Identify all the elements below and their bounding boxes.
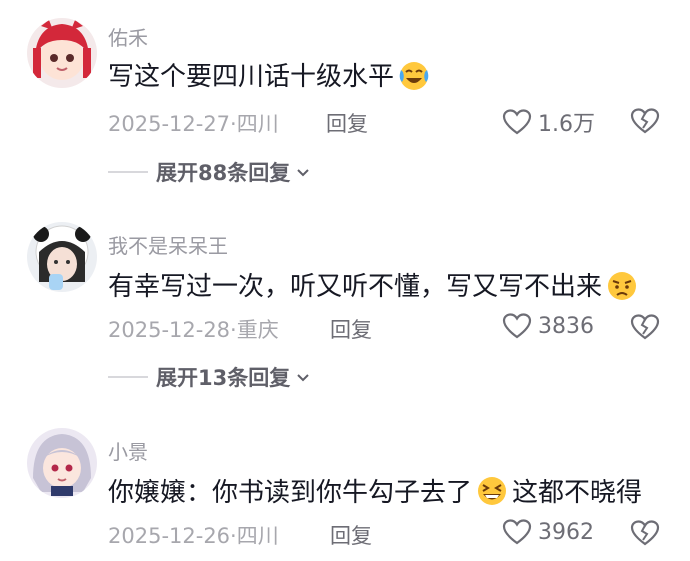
like-count: 1.6万 <box>538 112 595 137</box>
heart-icon <box>502 109 532 135</box>
comment-meta: 2025-12-27·四川 <box>108 112 279 136</box>
comment-text: 你嬢嬢：你书读到你牛勾子去了 这都不晓得 <box>108 472 642 509</box>
comment-text: 有幸写过一次，听又听不懂，写又写不出来 <box>108 266 642 303</box>
chevron-down-icon <box>296 165 310 179</box>
broken-heart-icon <box>630 314 660 340</box>
avatar[interactable] <box>27 428 97 498</box>
broken-heart-icon <box>630 108 660 134</box>
username[interactable]: 小景 <box>108 436 148 465</box>
heart-icon <box>502 313 532 339</box>
username[interactable]: 我不是呆呆王 <box>108 230 228 259</box>
frowning-emoji-icon <box>605 268 639 302</box>
avatar-anime-girl-silver-hair <box>27 428 97 498</box>
chevron-down-icon <box>296 370 310 384</box>
comment-text-part: 写这个要四川话十级水平 <box>108 62 395 92</box>
reply-button[interactable]: 回复 <box>330 314 372 344</box>
expand-replies-button[interactable]: 展开13条回复 <box>108 362 310 392</box>
divider <box>108 171 148 173</box>
broken-heart-icon <box>630 520 660 546</box>
dislike-button[interactable] <box>630 519 660 547</box>
comment-text: 写这个要四川话十级水平 <box>108 56 434 93</box>
username[interactable]: 佑禾 <box>108 22 148 51</box>
like-count: 3962 <box>538 519 594 545</box>
expand-replies-label: 展开13条回复 <box>156 366 291 390</box>
reply-button[interactable]: 回复 <box>330 520 372 550</box>
dislike-button[interactable] <box>630 313 660 341</box>
laughing-crying-emoji-icon <box>397 58 431 92</box>
comment-meta: 2025-12-26·四川 <box>108 524 279 548</box>
grinning-squint-emoji-icon <box>475 474 509 508</box>
like-button[interactable]: 3962 <box>502 518 594 546</box>
avatar-girl-panda-hat <box>27 222 97 292</box>
like-button[interactable]: 3836 <box>502 312 594 340</box>
avatar[interactable] <box>27 222 97 292</box>
heart-icon <box>502 519 532 545</box>
like-count: 3836 <box>538 313 594 339</box>
like-button[interactable]: 1.6万 <box>502 106 595 138</box>
expand-replies-button[interactable]: 展开88条回复 <box>108 157 310 187</box>
dislike-button[interactable] <box>630 107 660 135</box>
avatar[interactable] <box>27 18 97 88</box>
expand-replies-label: 展开88条回复 <box>156 161 291 185</box>
comment-text-part: 有幸写过一次，听又听不懂，写又写不出来 <box>108 272 603 302</box>
reply-button[interactable]: 回复 <box>326 108 368 138</box>
comment-text-part: 你嬢嬢：你书读到你牛勾子去了 <box>108 478 473 508</box>
divider <box>108 376 148 378</box>
avatar-anime-girl-red-hair <box>27 18 97 88</box>
comment-meta: 2025-12-28·重庆 <box>108 318 279 342</box>
comment-text-part: 这都不晓得 <box>512 478 643 508</box>
